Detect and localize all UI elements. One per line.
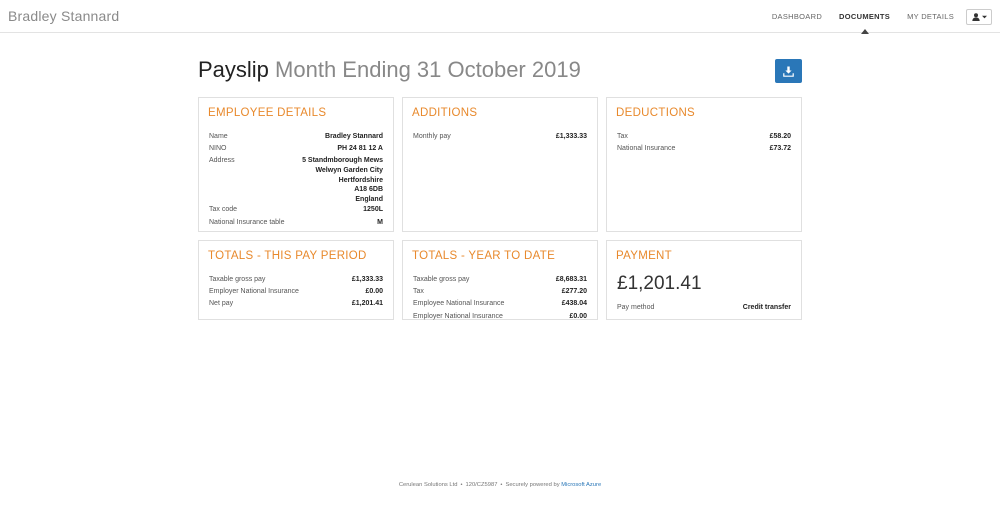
- address-value: 5 Standmborough Mews Welwyn Garden City …: [302, 155, 383, 204]
- row-value: £277.20: [561, 288, 587, 296]
- row-value: £8,683.31: [555, 276, 587, 283]
- address-line: Welwyn Garden City: [315, 167, 383, 174]
- totals-period-rows: Taxable gross pay £1,333.33 Employer Nat…: [209, 274, 383, 311]
- row-label: Employer National Insurance: [209, 288, 299, 296]
- brand-name[interactable]: Bradley Stannard: [8, 8, 119, 24]
- row-value: £73.72: [769, 145, 791, 153]
- footer-separator: •: [460, 482, 463, 488]
- row-label: Tax code: [209, 206, 238, 214]
- row-label: Tax: [413, 288, 424, 296]
- row-value: £0.00: [365, 288, 383, 296]
- pay-method-row: Pay method Credit transfer: [617, 302, 791, 314]
- detail-row-address: Address 5 Standmborough Mews Welwyn Gard…: [209, 155, 383, 204]
- panel-title: DEDUCTIONS: [616, 107, 696, 119]
- nav-dashboard[interactable]: DASHBOARD: [772, 0, 822, 33]
- payment-panel: PAYMENT £1,201.41 Pay method Credit tran…: [606, 240, 802, 320]
- panel-title: PAYMENT: [616, 250, 672, 262]
- user-menu-button[interactable]: [966, 8, 992, 25]
- row-value: £438.04: [561, 300, 587, 308]
- footer-azure-link[interactable]: Microsoft Azure: [561, 482, 601, 488]
- payment-rows: Pay method Credit transfer: [617, 302, 791, 314]
- totals-ytd-rows: Taxable gross pay £8,683.31 Tax £277.20 …: [413, 274, 587, 323]
- employee-details-rows: Name Bradley Stannard NINO PH 24 81 12 A…: [209, 131, 383, 229]
- row-value: 1250L: [363, 206, 383, 214]
- deductions-panel: DEDUCTIONS Tax £58.20 National Insurance…: [606, 97, 802, 232]
- row-value: PH 24 81 12 A: [337, 145, 383, 153]
- row-label: Monthly pay: [413, 133, 451, 140]
- row-label: Taxable gross pay: [209, 276, 266, 283]
- total-row: Employee National Insurance £438.04: [413, 298, 587, 310]
- totals-period-panel: TOTALS - THIS PAY PERIOD Taxable gross p…: [198, 240, 394, 320]
- footer-powered-text: Securely powered by: [505, 482, 560, 488]
- panel-title: EMPLOYEE DETAILS: [208, 107, 327, 119]
- row-label: Net pay: [209, 300, 234, 308]
- total-row: Employer National Insurance £0.00: [413, 311, 587, 323]
- total-row: Employer National Insurance £0.00: [209, 286, 383, 298]
- detail-row-ni-table: National Insurance table M: [209, 217, 383, 229]
- row-value: £1,201.41: [351, 300, 383, 308]
- additions-panel: ADDITIONS Monthly pay £1,333.33: [402, 97, 598, 232]
- panel-title: TOTALS - YEAR TO DATE: [412, 250, 556, 262]
- main-nav: DASHBOARD DOCUMENTS MY DETAILS: [755, 0, 992, 34]
- panel-title: TOTALS - THIS PAY PERIOD: [208, 250, 367, 262]
- additions-rows: Monthly pay £1,333.33: [413, 131, 587, 143]
- row-label: Pay method: [617, 304, 655, 311]
- total-row: Taxable gross pay £8,683.31: [413, 274, 587, 286]
- detail-row-nino: NINO PH 24 81 12 A: [209, 143, 383, 155]
- row-value: £1,333.33: [351, 276, 383, 283]
- row-label: Name: [209, 133, 228, 140]
- row-label: National Insurance: [617, 145, 676, 153]
- row-label: Tax: [617, 133, 628, 140]
- deduction-row: National Insurance £73.72: [617, 143, 791, 155]
- download-icon: [783, 66, 794, 77]
- top-navbar: Bradley Stannard DASHBOARD DOCUMENTS MY …: [0, 0, 1000, 34]
- row-label: Employer National Insurance: [413, 312, 503, 320]
- total-row: Tax £277.20: [413, 286, 587, 298]
- page-title-main: Payslip: [198, 57, 269, 82]
- row-label: NINO: [209, 145, 227, 153]
- user-icon: [971, 12, 980, 21]
- total-row: Net pay £1,201.41: [209, 298, 383, 310]
- row-label: National Insurance table: [209, 218, 285, 226]
- employee-details-panel: EMPLOYEE DETAILS Name Bradley Stannard N…: [198, 97, 394, 232]
- address-line: Hertfordshire: [338, 176, 383, 184]
- totals-ytd-panel: TOTALS - YEAR TO DATE Taxable gross pay …: [402, 240, 598, 320]
- total-row: Taxable gross pay £1,333.33: [209, 274, 383, 286]
- nav-documents[interactable]: DOCUMENTS: [839, 0, 891, 34]
- row-label: Address: [209, 157, 235, 165]
- download-button[interactable]: [775, 59, 802, 83]
- row-value: Credit transfer: [742, 304, 791, 311]
- footer-code: 120/CZ5987: [465, 482, 498, 488]
- nav-my-details[interactable]: MY DETAILS: [907, 0, 954, 33]
- row-value: Bradley Stannard: [325, 133, 383, 140]
- footer: Cerulean Solutions Ltd • 120/CZ5987 • Secure…: [0, 482, 1000, 488]
- page-title: Payslip Month Ending 31 October 2019: [198, 57, 581, 83]
- address-line: England: [355, 195, 383, 203]
- row-label: Taxable gross pay: [413, 276, 470, 283]
- deduction-row: Tax £58.20: [617, 131, 791, 143]
- deductions-rows: Tax £58.20 National Insurance £73.72: [617, 131, 791, 155]
- footer-company: Cerulean Solutions Ltd: [398, 482, 458, 488]
- row-label: Employee National Insurance: [413, 300, 505, 308]
- footer-separator: •: [500, 482, 503, 488]
- detail-row-name: Name Bradley Stannard: [209, 131, 383, 143]
- row-value: £1,333.33: [555, 133, 587, 140]
- page-title-period: Month Ending 31 October 2019: [275, 57, 581, 82]
- active-nav-indicator: [860, 29, 869, 34]
- row-value: £58.20: [769, 133, 791, 140]
- address-line: 5 Standmborough Mews: [302, 157, 383, 165]
- detail-row-tax-code: Tax code 1250L: [209, 204, 383, 216]
- address-line: A18 6DB: [354, 186, 383, 194]
- payment-amount: £1,201.41: [617, 273, 702, 294]
- panel-title: ADDITIONS: [412, 107, 478, 119]
- nav-documents-label: DOCUMENTS: [839, 12, 891, 21]
- caret-down-icon: [981, 15, 987, 18]
- addition-row: Monthly pay £1,333.33: [413, 131, 587, 143]
- row-value: £0.00: [569, 312, 587, 320]
- row-value: M: [377, 218, 383, 226]
